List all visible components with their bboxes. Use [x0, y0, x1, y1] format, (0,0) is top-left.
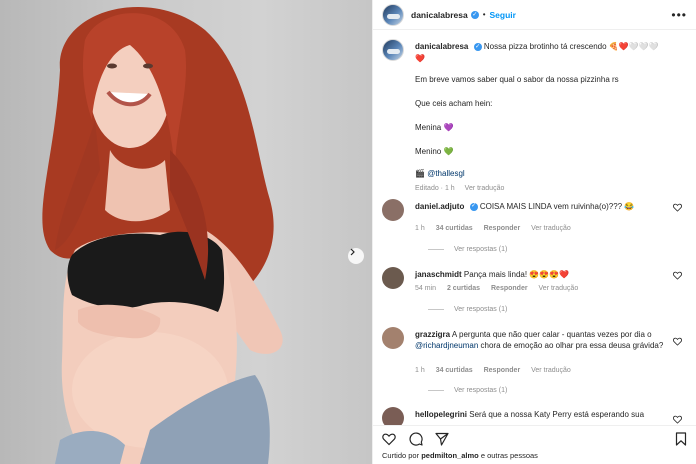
commenter-username[interactable]: grazzigra [415, 330, 450, 339]
caption-credit: 🎬 @thallesgl [415, 169, 465, 178]
comment-time: 1 h [415, 225, 425, 232]
comment-time: 54 min [415, 285, 437, 292]
commenter-username[interactable]: hellopelegrini [415, 410, 467, 419]
reply-button[interactable]: Responder [484, 225, 521, 232]
commenter-username[interactable]: daniel.adjuto [415, 202, 464, 211]
comment-time: 1 h [415, 367, 425, 374]
more-options-icon[interactable]: ••• [671, 8, 687, 22]
bookmark-icon[interactable] [674, 432, 688, 446]
comment-item: hellopelegrini Será que a nossa Katy Per… [382, 407, 682, 425]
caption-username[interactable]: danicalabresa [415, 42, 468, 51]
verified-badge-icon: ✓ [469, 202, 478, 211]
view-replies-button[interactable]: Ver respostas (1) [428, 246, 507, 253]
comment-body: Será que a nossa Katy Perry está esperan… [469, 410, 645, 419]
caption-meta: Editado · 1 h Ver tradução [415, 185, 512, 192]
liked-by-user[interactable]: pedmilton_almo [421, 451, 479, 460]
instagram-post-view: danicalabresa ✓ • Seguir ••• danicalabre… [0, 0, 696, 464]
comment-body-start: A pergunta que não quer calar - quantas … [451, 330, 652, 339]
commenter-username[interactable]: janaschmidt [415, 270, 462, 279]
credit-mention-link[interactable]: @thallesgl [427, 169, 464, 178]
caption-edited-time: Editado · 1 h [415, 185, 455, 192]
heart-icon[interactable] [673, 415, 682, 424]
comment-meta: 1 h 34 curtidas Responder Ver tradução [415, 367, 580, 374]
comment-item: janaschmidt Pança mais linda! 😍😍😍❤️ 54 m… [382, 267, 682, 327]
reply-button[interactable]: Responder [484, 367, 521, 374]
caption-translate-link[interactable]: Ver tradução [465, 185, 505, 192]
heart-icon[interactable] [673, 337, 682, 346]
caption-text-line2: Em breve vamos saber qual o sabor da nos… [415, 75, 619, 84]
comment-body: COISA MAIS LINDA vem ruivinha(o)??? 😂 [479, 202, 635, 211]
translate-link[interactable]: Ver tradução [539, 285, 579, 292]
comment-meta: 54 min 2 curtidas Responder Ver tradução [415, 285, 587, 292]
author-avatar[interactable] [382, 3, 404, 26]
liked-by-prefix: Curtido por [382, 451, 420, 460]
carousel-next-button[interactable] [348, 248, 364, 264]
caption-text-line3: Que ceis acham hein: [415, 99, 493, 108]
follow-button[interactable]: Seguir [490, 10, 516, 20]
like-icon[interactable] [382, 432, 396, 446]
comment-likes[interactable]: 34 curtidas [436, 367, 473, 374]
comment-text: grazzigra A pergunta que não quer calar … [415, 329, 675, 351]
comment-text: hellopelegrini Será que a nossa Katy Per… [415, 409, 675, 420]
view-replies-button[interactable]: Ver respostas (1) [428, 306, 507, 313]
commenter-avatar[interactable] [382, 407, 404, 425]
caption-avatar[interactable] [382, 39, 404, 61]
comment-body: Pança mais linda! 😍😍😍❤️ [463, 270, 570, 279]
comment-body-end: chora de emoção ao olhar pra essa deusa … [480, 341, 664, 350]
author-username[interactable]: danicalabresa [411, 10, 468, 20]
comment-item: grazzigra A pergunta que não quer calar … [382, 327, 682, 399]
caption-text-line1: Nossa pizza brotinho tá crescendo 🍕❤️🤍🤍🤍 [483, 42, 659, 51]
translate-link[interactable]: Ver tradução [531, 225, 571, 232]
header-separator: • [482, 10, 486, 19]
clapperboard-icon: 🎬 [415, 169, 425, 178]
liked-by-suffix: e outras pessoas [480, 451, 538, 460]
translate-link[interactable]: Ver tradução [531, 367, 571, 374]
post-caption: danicalabresa ✓ Nossa pizza brotinho tá … [382, 39, 682, 192]
comment-text: janaschmidt Pança mais linda! 😍😍😍❤️ [415, 269, 675, 280]
commenter-avatar[interactable] [382, 327, 404, 349]
verified-badge-icon: ✓ [473, 42, 482, 51]
comment-icon[interactable] [409, 432, 423, 446]
post-header: danicalabresa ✓ • Seguir ••• [373, 0, 696, 30]
comment-likes[interactable]: 2 curtidas [447, 285, 480, 292]
heart-icon[interactable] [673, 203, 682, 212]
post-photo [0, 0, 372, 464]
caption-text-line1b: ❤️ [415, 54, 425, 63]
commenter-avatar[interactable] [382, 267, 404, 289]
post-side-panel: danicalabresa ✓ • Seguir ••• danicalabre… [372, 0, 696, 464]
heart-icon[interactable] [673, 271, 682, 280]
comment-text: daniel.adjuto ✓ COISA MAIS LINDA vem rui… [415, 201, 675, 212]
commenter-avatar[interactable] [382, 199, 404, 221]
verified-badge-icon: ✓ [470, 10, 479, 19]
pregnant-woman-photo [42, 6, 283, 464]
comment-likes[interactable]: 34 curtidas [436, 225, 473, 232]
comments-scroll-area[interactable]: danicalabresa ✓ Nossa pizza brotinho tá … [373, 31, 696, 425]
comment-item: daniel.adjuto ✓ COISA MAIS LINDA vem rui… [382, 199, 682, 259]
liked-by-summary: Curtido por pedmilton_almo e outras pess… [382, 451, 538, 460]
comment-meta: 1 h 34 curtidas Responder Ver tradução [415, 225, 580, 232]
caption-first-line: danicalabresa ✓ Nossa pizza brotinho tá … [415, 42, 659, 51]
caption-text-line5: Menino 💚 [415, 147, 454, 156]
chevron-right-icon [350, 248, 355, 256]
reply-button[interactable]: Responder [491, 285, 528, 292]
caption-text-line4: Menina 💜 [415, 123, 454, 132]
comment-mention-link[interactable]: @richardjneuman [415, 341, 478, 350]
view-replies-button[interactable]: Ver respostas (1) [428, 387, 507, 394]
post-action-bar [373, 425, 696, 451]
share-icon[interactable] [435, 432, 449, 446]
